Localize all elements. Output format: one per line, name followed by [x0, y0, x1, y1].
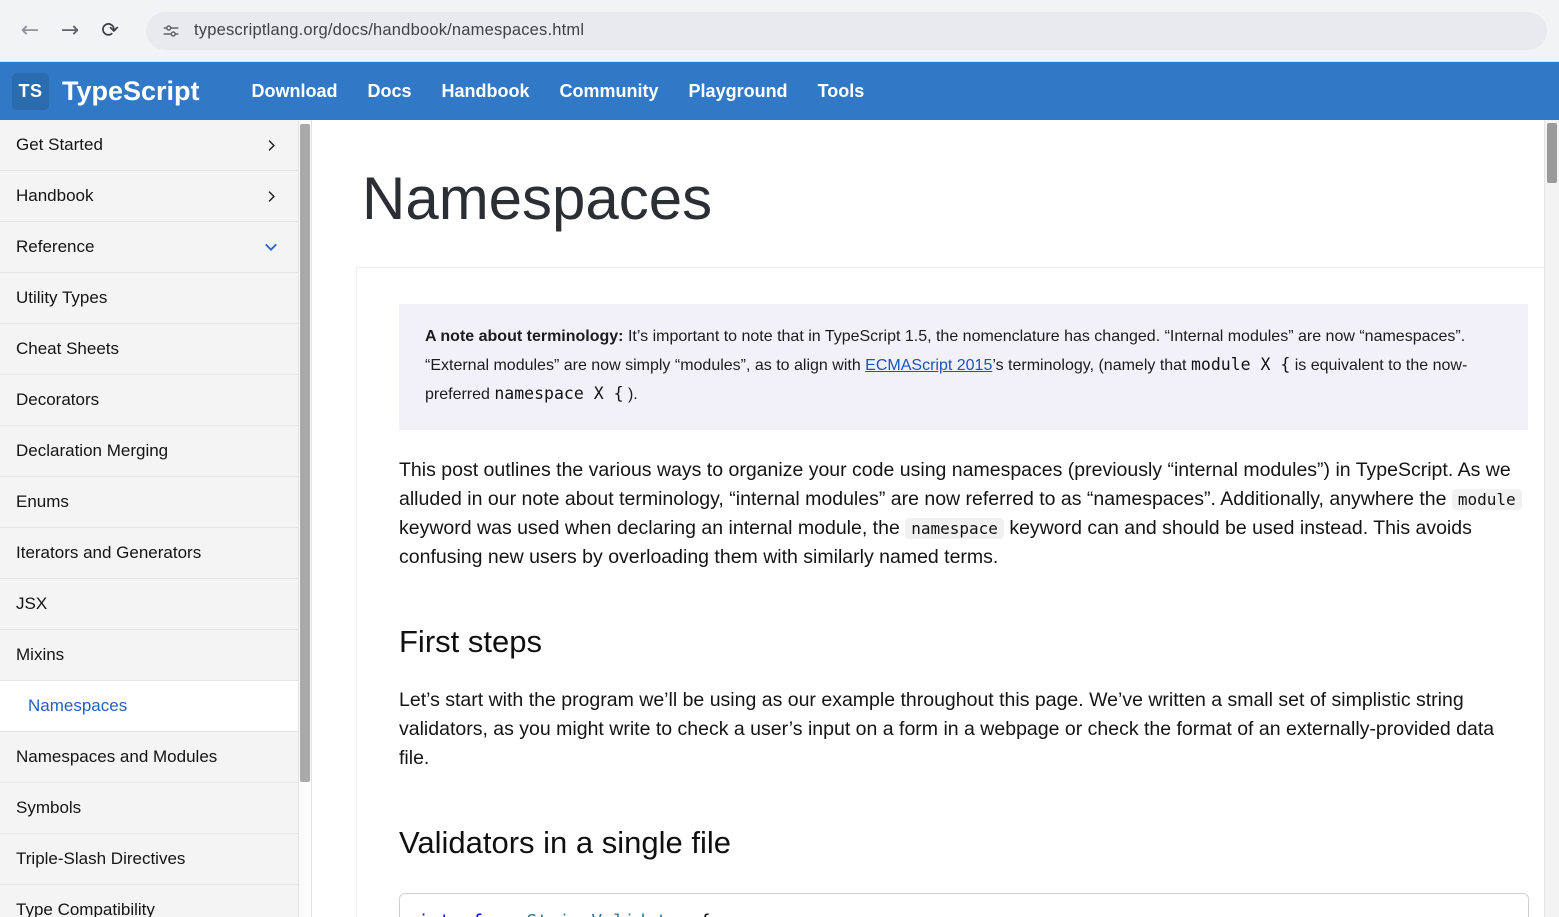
inline-code-module: module	[1451, 489, 1522, 510]
sidebar-item-reference[interactable]: Reference	[0, 222, 298, 273]
site-header: TS TypeScript Download Docs Handbook Com…	[0, 62, 1559, 120]
sidebar-item-namespaces[interactable]: Namespaces	[0, 681, 298, 732]
sidebar-item-label: Cheat Sheets	[16, 339, 120, 358]
page-scrollbar-thumb[interactable]	[1547, 123, 1557, 183]
forward-button[interactable]: →	[50, 11, 90, 51]
nav-playground[interactable]: Playground	[689, 81, 788, 102]
sidebar-item-mixins[interactable]: Mixins	[0, 630, 298, 681]
paragraph-text: This post outlines the various ways to o…	[399, 459, 1511, 510]
section-heading-validators: Validators in a single file	[399, 825, 731, 860]
browser-window: ← → ⟳ typescriptlang.org/docs/handbook/n…	[0, 0, 1559, 917]
page-scrollbar[interactable]	[1544, 120, 1559, 917]
sidebar-item-symbols[interactable]: Symbols	[0, 783, 298, 834]
sidebar-item-utility-types[interactable]: Utility Types	[0, 273, 298, 324]
sidebar-item-label: Namespaces	[28, 696, 128, 715]
nav-handbook[interactable]: Handbook	[442, 81, 530, 102]
sidebar-item-enums[interactable]: Enums	[0, 477, 298, 528]
url-bar[interactable]: typescriptlang.org/docs/handbook/namespa…	[146, 11, 1547, 50]
sidebar-scrollbar-thumb[interactable]	[300, 124, 310, 782]
first-steps-paragraph: Let’s start with the program we’ll be us…	[399, 689, 1495, 769]
code-line: interface StringValidator {	[418, 909, 1510, 917]
sidebar-item-type-compatibility[interactable]: Type Compatibility	[0, 885, 298, 917]
nav-tools[interactable]: Tools	[818, 81, 865, 102]
sidebar-item-label: Handbook	[16, 186, 94, 205]
sidebar-item-cheat-sheets[interactable]: Cheat Sheets	[0, 324, 298, 375]
chevron-right-icon	[265, 190, 278, 203]
code-keyword: interface	[418, 911, 526, 917]
main-nav: Download Docs Handbook Community Playgro…	[252, 81, 865, 102]
ecmascript-2015-link[interactable]: ECMAScript 2015	[865, 357, 992, 374]
inline-code: module X {	[1190, 355, 1291, 374]
sidebar-item-iterators-and-generators[interactable]: Iterators and Generators	[0, 528, 298, 579]
brand-title[interactable]: TypeScript	[62, 76, 200, 107]
sidebar-scrollbar[interactable]	[298, 120, 312, 917]
sidebar-item-label: JSX	[16, 594, 48, 613]
sidebar-item-decorators[interactable]: Decorators	[0, 375, 298, 426]
nav-download[interactable]: Download	[252, 81, 338, 102]
sidebar-item-get-started[interactable]: Get Started	[0, 120, 298, 171]
terminology-note: A note about terminology: It’s important…	[399, 304, 1528, 430]
nav-docs[interactable]: Docs	[368, 81, 412, 102]
sidebar-item-triple-slash-directives[interactable]: Triple-Slash Directives	[0, 834, 298, 885]
sidebar-item-label: Declaration Merging	[16, 441, 169, 460]
logo-text: TS	[18, 80, 43, 101]
sidebar-item-label: Namespaces and Modules	[16, 747, 218, 766]
article: A note about terminology: It’s important…	[356, 267, 1544, 917]
code-brace: {	[689, 911, 711, 917]
code-type-name: StringValidator	[526, 911, 689, 917]
sidebar-item-label: Decorators	[16, 390, 100, 409]
page-title: Namespaces	[362, 165, 713, 232]
sidebar-item-handbook[interactable]: Handbook	[0, 171, 298, 222]
sidebar-item-jsx[interactable]: JSX	[0, 579, 298, 630]
sidebar-item-label: Get Started	[16, 135, 103, 154]
inline-code: namespace X {	[494, 384, 624, 403]
sidebar-item-label: Iterators and Generators	[16, 543, 202, 562]
code-block: interface StringValidator {	[399, 893, 1529, 917]
sidebar-item-label: Reference	[16, 237, 95, 256]
paragraph-text: keyword was used when declaring an inter…	[399, 517, 906, 539]
note-text: ’s terminology, (namely that	[992, 357, 1191, 374]
intro-paragraph: This post outlines the various ways to o…	[399, 456, 1528, 572]
main-content: Namespaces A note about terminology: It’…	[312, 120, 1544, 917]
note-text: ).	[623, 386, 638, 403]
sidebar-item-label: Triple-Slash Directives	[16, 849, 186, 868]
inline-code-namespace: namespace	[905, 518, 1004, 539]
docs-sidebar: Get Started Handbook Reference Utility T…	[0, 120, 298, 917]
sidebar-item-namespaces-and-modules[interactable]: Namespaces and Modules	[0, 732, 298, 783]
nav-community[interactable]: Community	[560, 81, 659, 102]
section-heading-first-steps: First steps	[399, 624, 542, 659]
sidebar-item-label: Mixins	[16, 645, 65, 664]
sidebar-item-label: Type Compatibility	[16, 900, 155, 917]
browser-toolbar: ← → ⟳ typescriptlang.org/docs/handbook/n…	[0, 0, 1559, 62]
sidebar-item-declaration-merging[interactable]: Declaration Merging	[0, 426, 298, 477]
sidebar-item-label: Utility Types	[16, 288, 108, 307]
typescript-logo[interactable]: TS	[12, 72, 49, 110]
back-button[interactable]: ←	[10, 11, 50, 51]
chevron-down-icon	[264, 240, 278, 254]
chevron-right-icon	[265, 139, 278, 152]
sidebar-item-label: Symbols	[16, 798, 82, 817]
site-info-icon[interactable]	[162, 22, 180, 40]
reload-button[interactable]: ⟳	[90, 11, 130, 51]
url-text: typescriptlang.org/docs/handbook/namespa…	[194, 21, 585, 39]
sidebar-item-label: Enums	[16, 492, 69, 511]
note-label: A note about terminology:	[425, 328, 624, 345]
